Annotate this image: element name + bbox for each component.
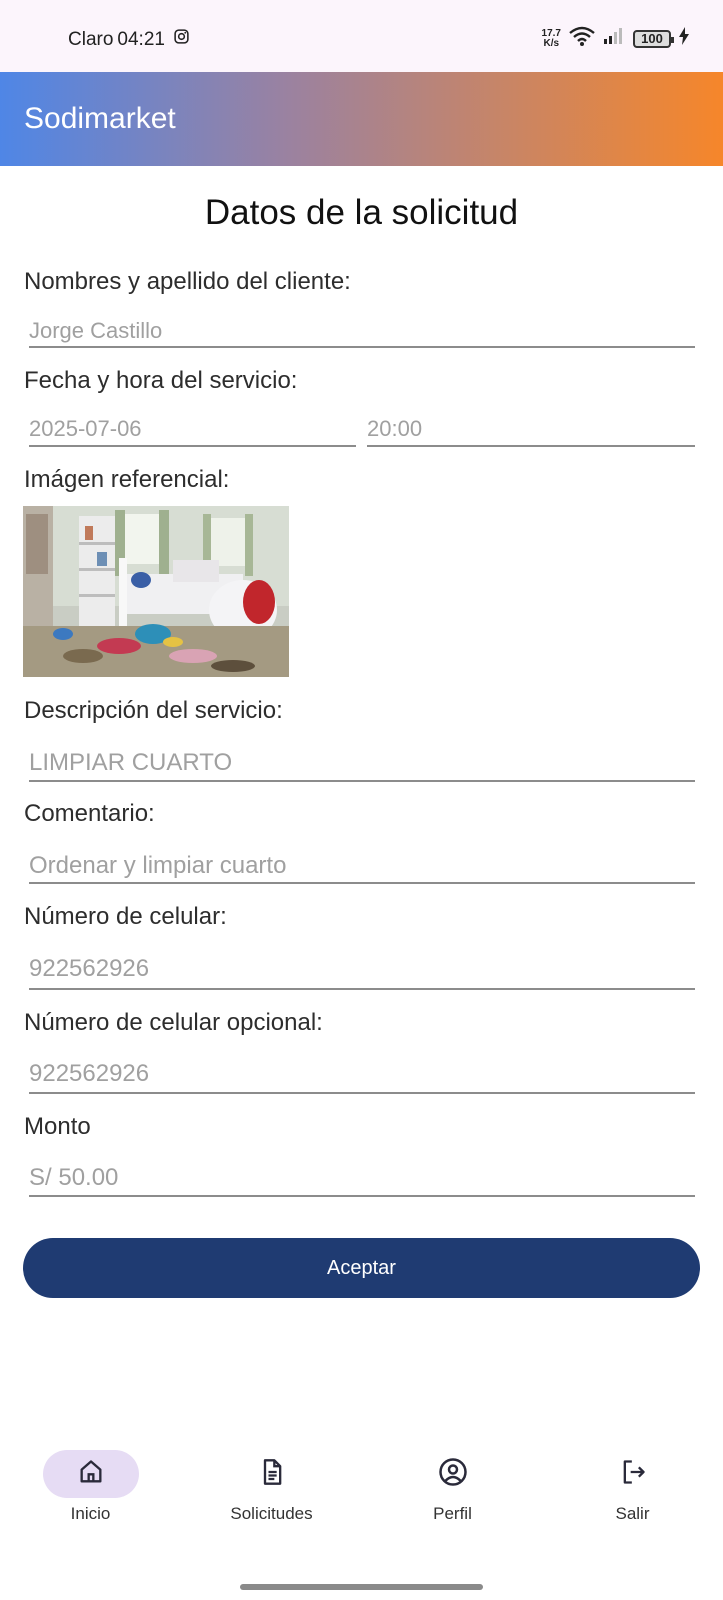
logout-icon	[619, 1458, 647, 1491]
wifi-icon	[569, 26, 595, 51]
amount-field[interactable]: S/ 50.00	[29, 1157, 695, 1197]
nav-pill	[585, 1450, 681, 1498]
nav-label-salir: Salir	[615, 1504, 650, 1523]
accept-button-label: Aceptar	[327, 1256, 396, 1279]
service-date-field[interactable]: 2025-07-06	[29, 410, 356, 447]
amount-value: S/ 50.00	[29, 1164, 119, 1191]
nav-label-inicio: Inicio	[70, 1504, 111, 1523]
nav-label-solicitudes: Solicitudes	[230, 1504, 313, 1523]
service-description-label: Descripción del servicio:	[24, 697, 283, 724]
phone-field[interactable]: 922562926	[29, 948, 695, 990]
reference-image-label: Imágen referencial:	[24, 466, 230, 493]
signal-icon	[603, 27, 625, 50]
app-title: Sodimarket	[24, 102, 176, 135]
network-speed-unit: K/s	[543, 37, 560, 49]
account-circle-icon	[438, 1457, 468, 1492]
carrier-name: Claro	[68, 28, 114, 50]
client-name-label: Nombres y apellido del cliente:	[24, 268, 351, 295]
home-indicator[interactable]	[240, 1584, 483, 1590]
client-name-value: Jorge Castillo	[29, 318, 163, 343]
battery-icon: 100	[633, 29, 674, 48]
amount-label: Monto	[24, 1113, 91, 1140]
status-right: 17.7 K/s 100	[542, 26, 689, 51]
optional-phone-value: 922562926	[29, 1060, 150, 1087]
optional-phone-label: Número de celular opcional:	[24, 1009, 323, 1036]
comment-field[interactable]: Ordenar y limpiar cuarto	[29, 845, 695, 884]
service-description-value: LIMPIAR CUARTO	[29, 749, 233, 776]
charging-icon	[679, 27, 689, 50]
status-left: Claro 04:21	[68, 28, 190, 51]
nav-item-salir[interactable]: Salir	[542, 1440, 723, 1540]
nav-item-perfil[interactable]: Perfil	[362, 1440, 543, 1540]
reference-image[interactable]	[23, 506, 289, 677]
service-date-value: 2025-07-06	[29, 416, 142, 441]
app-bar: Sodimarket	[0, 72, 723, 166]
nav-pill-active	[42, 1450, 139, 1498]
bottom-navigation: Inicio Solicitudes Perfil Salir	[0, 1440, 723, 1560]
nav-pill	[405, 1450, 501, 1498]
home-icon	[77, 1458, 105, 1491]
status-bar: Claro 04:21 17.7 K/s 100	[0, 0, 723, 72]
battery-level: 100	[641, 31, 663, 46]
comment-value: Ordenar y limpiar cuarto	[29, 852, 287, 879]
nav-label-perfil: Perfil	[433, 1504, 472, 1523]
service-time-field[interactable]: 20:00	[367, 410, 695, 447]
comment-label: Comentario:	[24, 800, 155, 827]
network-speed-value: 17.7	[541, 27, 561, 39]
accept-button[interactable]: Aceptar	[23, 1238, 700, 1298]
phone-value: 922562926	[29, 955, 150, 982]
service-time-value: 20:00	[367, 416, 423, 441]
clock: 04:21	[117, 28, 165, 50]
client-name-field[interactable]: Jorge Castillo	[29, 312, 695, 348]
nav-item-inicio[interactable]: Inicio	[0, 1440, 181, 1540]
network-speed: 17.7 K/s	[541, 27, 561, 49]
page-title: Datos de la solicitud	[204, 193, 519, 232]
phone-label: Número de celular:	[24, 903, 227, 930]
nav-item-solicitudes[interactable]: Solicitudes	[181, 1440, 362, 1540]
document-icon	[258, 1458, 286, 1491]
optional-phone-field[interactable]: 922562926	[29, 1053, 695, 1094]
nav-pill	[224, 1450, 320, 1498]
instagram-icon	[173, 28, 190, 51]
service-description-field[interactable]: LIMPIAR CUARTO	[29, 742, 695, 782]
service-datetime-label: Fecha y hora del servicio:	[24, 367, 298, 394]
